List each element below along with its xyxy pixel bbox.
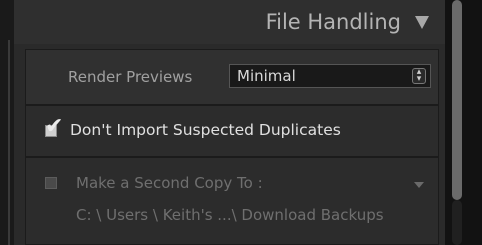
second-copy-label[interactable]: Make a Second Copy To : (76, 174, 263, 192)
second-copy-path: C: \ Users \ Keith's ...\ Download Backu… (76, 206, 384, 224)
triangle-down-icon[interactable] (415, 15, 429, 29)
checkmark-icon: ✔ (45, 114, 64, 139)
chevron-down-icon[interactable] (414, 182, 424, 188)
panel-header[interactable]: File Handling (14, 0, 445, 44)
second-copy-checkbox[interactable] (45, 177, 57, 189)
render-previews-row: Render Previews Minimal ▴ ▾ (25, 49, 439, 105)
panel-title: File Handling (265, 10, 401, 34)
select-value: Minimal (237, 67, 296, 85)
scrollbar-track[interactable] (452, 200, 462, 245)
left-panel-edge (0, 0, 14, 245)
duplicates-label[interactable]: Don't Import Suspected Duplicates (70, 121, 341, 139)
render-previews-select[interactable]: Minimal ▴ ▾ (229, 64, 431, 88)
file-handling-panel: File Handling Render Previews Minimal ▴ ▾… (14, 0, 445, 245)
divider (8, 40, 10, 245)
scrollbar-thumb[interactable] (452, 0, 462, 200)
updown-arrows-icon[interactable]: ▴ ▾ (412, 68, 426, 84)
duplicates-row: ✔ Don't Import Suspected Duplicates (25, 105, 439, 157)
right-panel-edge (445, 0, 482, 245)
second-copy-row: Make a Second Copy To : C: \ Users \ Kei… (25, 157, 439, 245)
render-previews-label: Render Previews (68, 68, 193, 86)
